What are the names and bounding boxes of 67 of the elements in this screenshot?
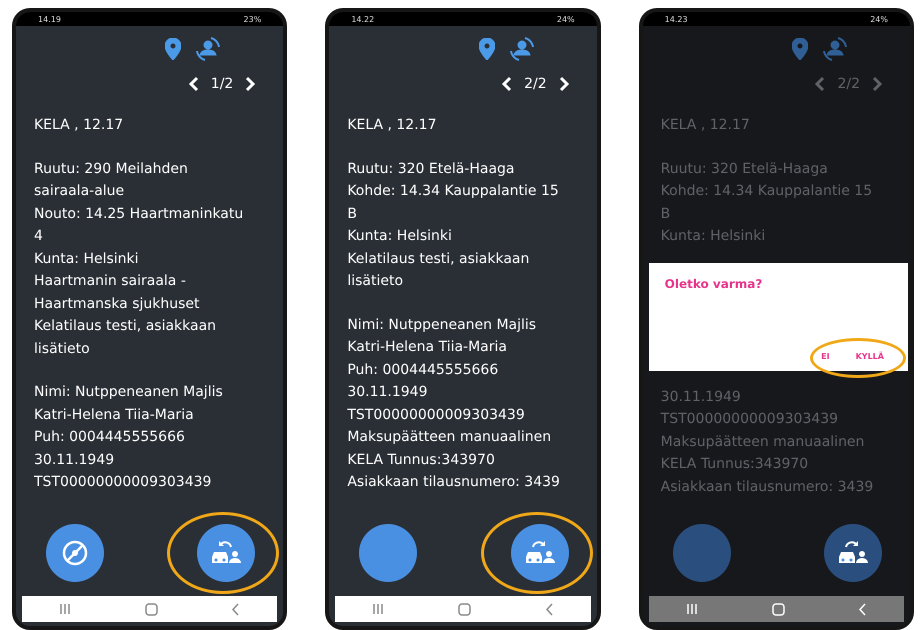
detail-text: Kunta: Helsinki (34, 250, 140, 268)
detail-text: 30.11.1949 (347, 383, 428, 402)
detail-text: KELA , 12.17 (347, 116, 438, 135)
no-driving-icon (61, 539, 89, 567)
location-pin-icon[interactable] (165, 38, 182, 60)
detail-text: Haartmanska sjukhuset (34, 294, 201, 314)
detail-text: Katri-Helena Tiia-Maria (34, 406, 195, 424)
recent-apps-icon[interactable] (59, 603, 72, 615)
detail-text: Nimi: Nutppeneanen Majlis (347, 316, 538, 334)
page-indicator: 2/2 (837, 76, 860, 92)
detail-text: Maksupäätteen manuaalinen (347, 428, 552, 447)
person-rotate-icon[interactable] (508, 36, 535, 62)
page-indicator: 2/2 (524, 76, 547, 92)
detail-text: Ruutu: 320 Etelä-Haaga (660, 160, 829, 178)
detail-text: 30.11.1949 (34, 450, 116, 470)
dialog-button[interactable]: KYLLÄ (854, 350, 886, 362)
detail-text: 30.11.1949 (660, 388, 742, 406)
detail-text: Kohde: 14.34 Kauppalantie 15 (660, 182, 874, 201)
status-time: 14.19 (38, 14, 61, 24)
detail-text: Kelatilaus testi, asiakkaan (347, 250, 530, 268)
home-icon[interactable] (458, 602, 472, 616)
person-rotate-icon[interactable] (195, 36, 222, 62)
detail-text: Maksupäätteen manuaalinen (660, 432, 866, 452)
detail-text: TST00000000009303439 (660, 410, 840, 429)
battery-level: 24% (870, 14, 888, 24)
detail-text: B (660, 204, 672, 224)
detail-text: KELA Tunnus:343970 (347, 450, 496, 470)
detail-text: TST00000000009303439 (347, 406, 526, 424)
detail-text: Puh: 0004445555666 (34, 428, 186, 447)
detail-text: Kunta: Helsinki (347, 227, 453, 246)
battery-level: 23% (244, 14, 262, 24)
page-indicator: 1/2 (210, 76, 234, 92)
detail-text: Asiakkaan tilausnumero: 3439 (347, 473, 561, 492)
recent-apps-icon[interactable] (372, 603, 384, 615)
person-rotate-icon[interactable] (822, 36, 848, 62)
detail-text: Kohde: 14.34 Kauppalantie 15 (347, 182, 560, 201)
car-transfer-button[interactable] (197, 524, 256, 582)
detail-text: Kelatilaus testi, asiakkaan (34, 317, 218, 336)
detail-text: 4 (34, 227, 44, 246)
dialog-button[interactable]: EI (819, 350, 832, 362)
back-icon[interactable] (546, 602, 554, 616)
home-icon[interactable] (145, 602, 158, 616)
detail-text: lisätieto (347, 272, 404, 291)
detail-text: B (347, 204, 358, 224)
detail-text: sairaala-alue (34, 182, 126, 201)
detail-text: Puh: 0004445555666 (347, 360, 500, 380)
detail-text: lisätieto (34, 340, 91, 358)
detail-text: Katri-Helena Tiia-Maria (347, 338, 508, 357)
battery-level: 24% (556, 14, 575, 24)
detail-text: TST00000000009303439 (34, 473, 212, 492)
detail-text: KELA , 12.17 (34, 116, 124, 135)
detail-text: KELA Tunnus:343970 (660, 455, 810, 474)
location-pin-icon[interactable] (792, 38, 808, 60)
back-icon[interactable] (232, 602, 240, 616)
detail-text: Ruutu: 320 Etelä-Haaga (347, 160, 516, 178)
detail-text: Haartmanin sairaala - (34, 272, 187, 291)
detail-text: Nimi: Nutppeneanen Majlis (34, 383, 224, 402)
detail-text: Nouto: 14.25 Haartmaninkatu (34, 204, 244, 224)
detail-text: KELA , 12.17 (660, 116, 751, 135)
car-transfer-button[interactable] (510, 524, 569, 582)
detail-text: Ruutu: 290 Meilahden (34, 160, 189, 178)
location-pin-icon[interactable] (478, 38, 495, 60)
status-time: 14.22 (351, 14, 374, 24)
dialog-title: Oletko varma? (664, 276, 764, 290)
detail-text: Asiakkaan tilausnumero: 3439 (660, 478, 874, 496)
status-time: 14.23 (664, 14, 688, 24)
detail-text: Kunta: Helsinki (660, 227, 766, 246)
